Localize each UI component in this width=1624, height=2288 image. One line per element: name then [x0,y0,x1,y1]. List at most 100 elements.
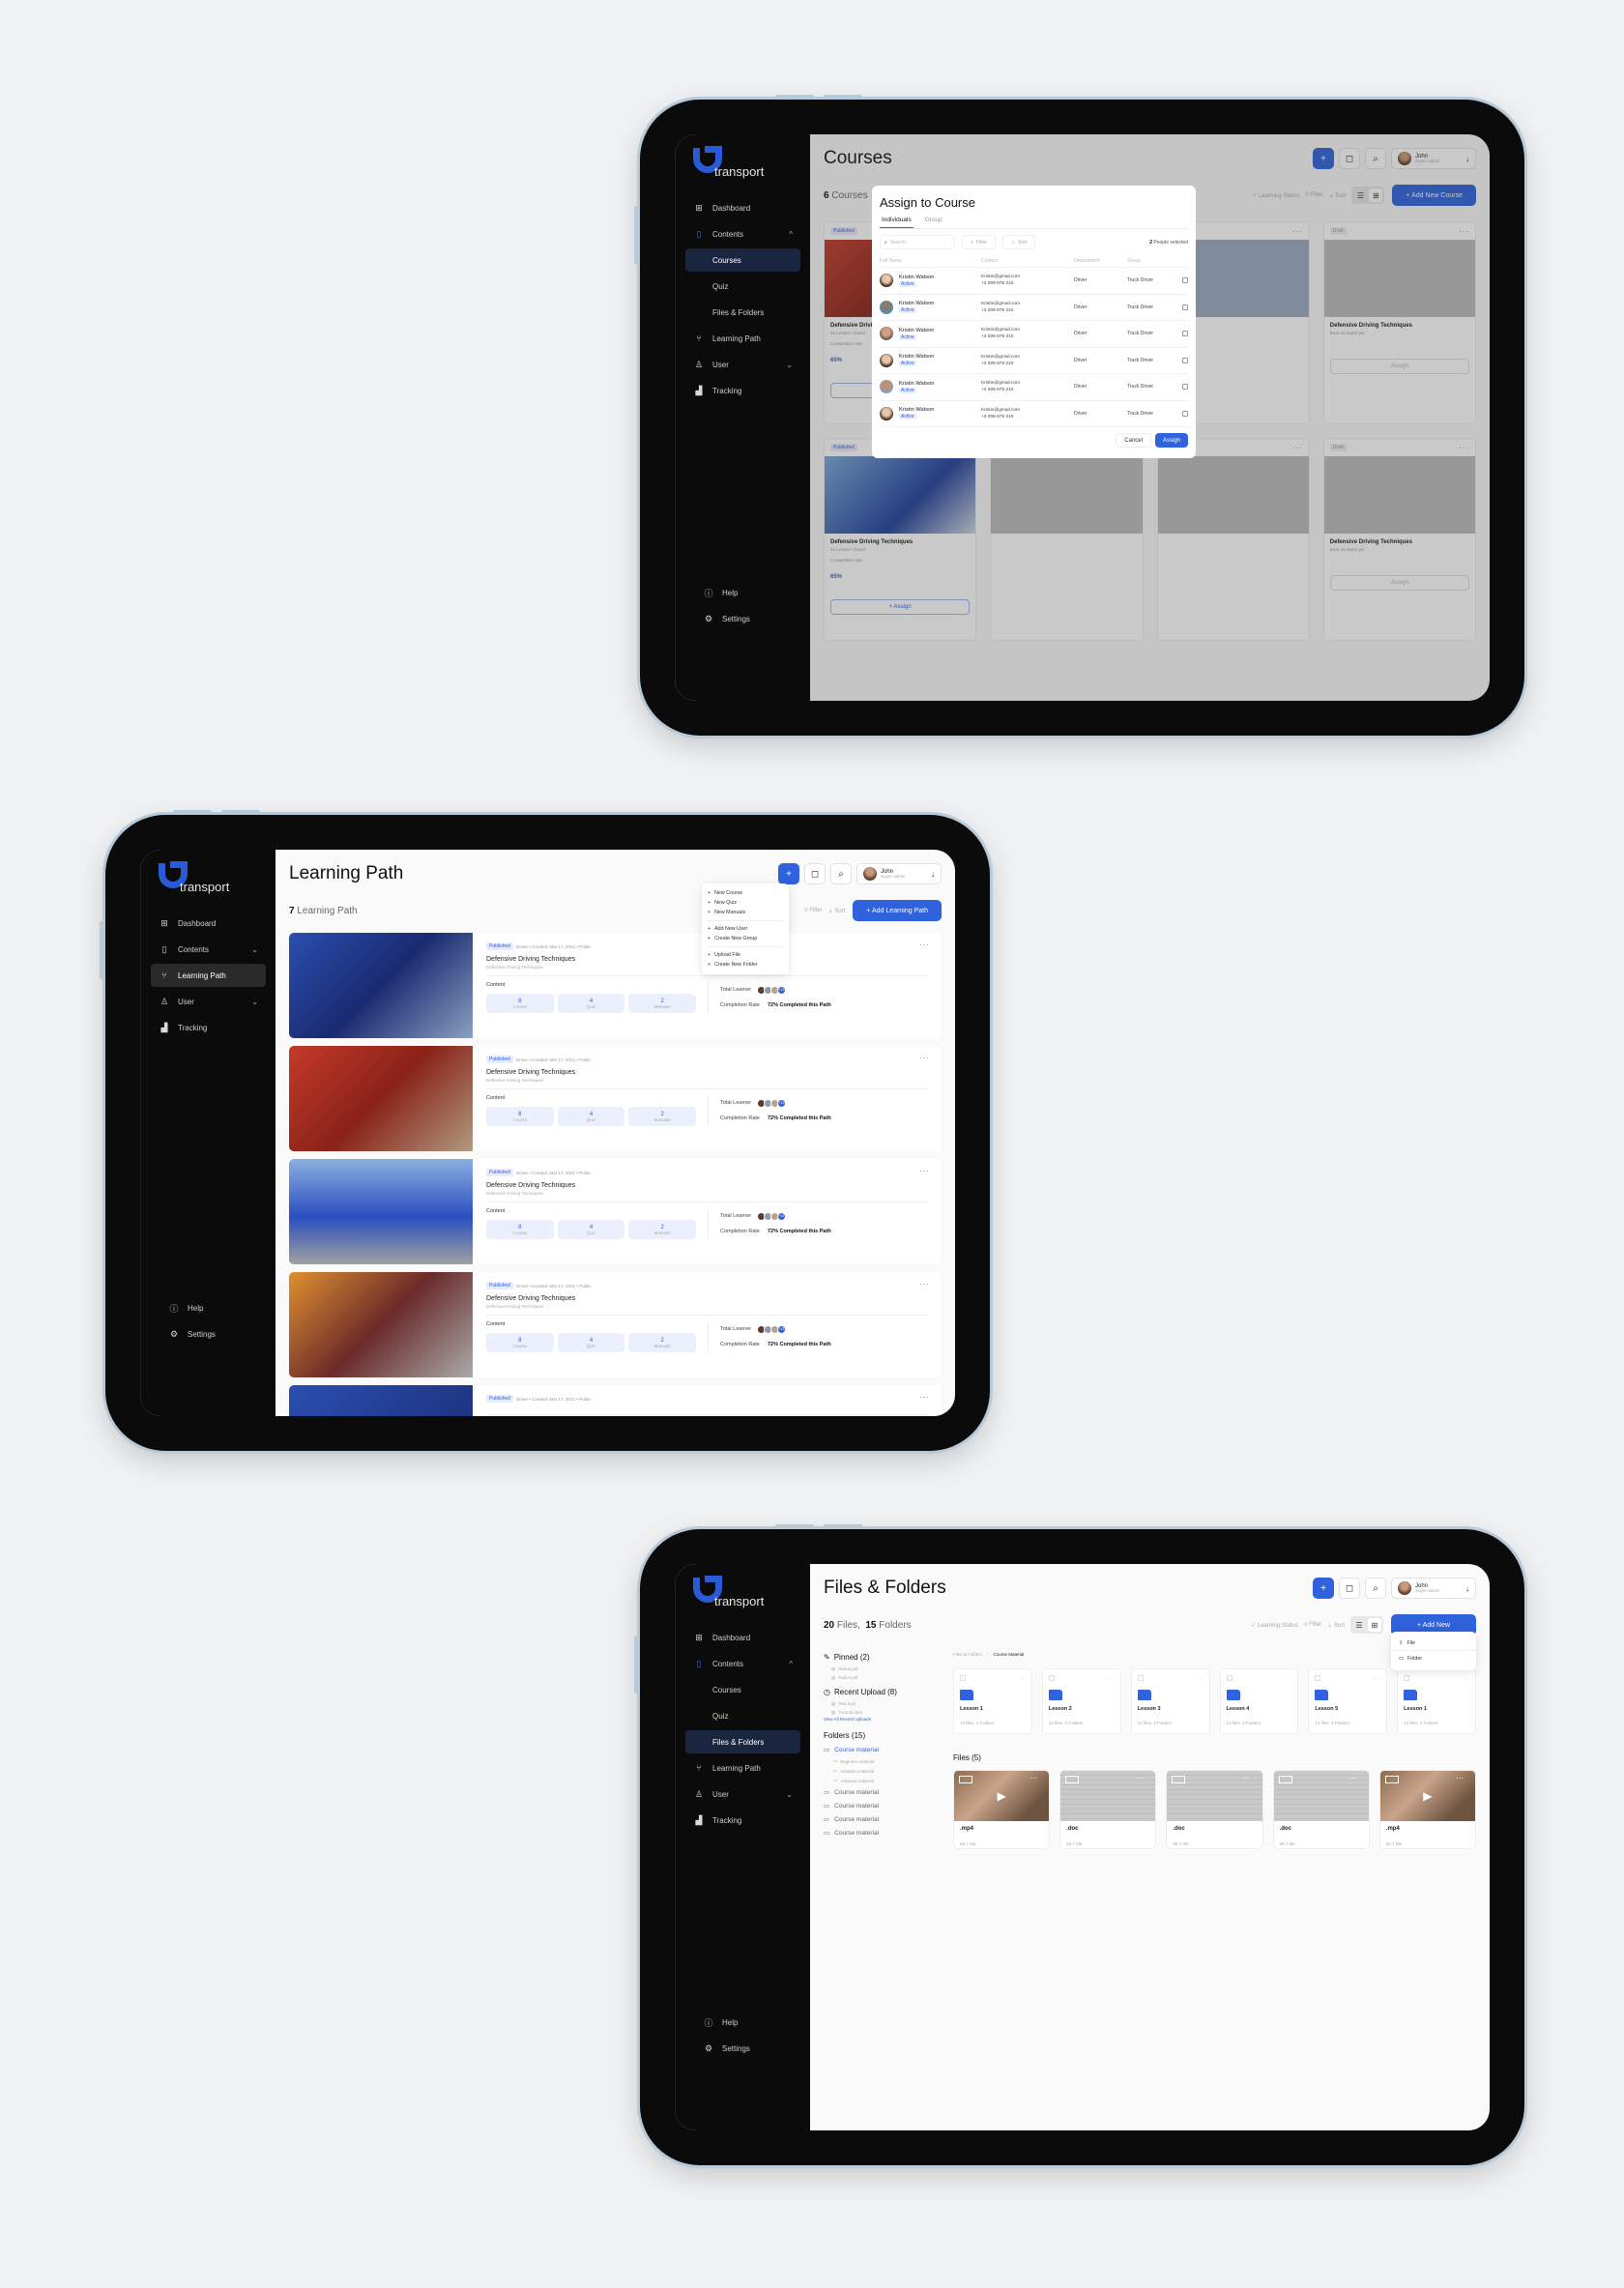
more-icon[interactable]: ··· [919,941,930,949]
more-icon[interactable]: ··· [1374,1676,1381,1681]
checkbox[interactable] [1226,1675,1232,1681]
assign-button[interactable]: Assign [1154,433,1188,448]
nav-help[interactable]: ⓘ Help [695,581,791,604]
grid-view-icon[interactable]: ⊞ [1368,1618,1381,1632]
folder-card[interactable]: ··· Lesson 3 13 files, 2 Folders [1130,1668,1210,1734]
file-card[interactable]: ··· ▶ .mp4 56.7 Mb [1378,1770,1476,1849]
recent-file[interactable]: ▤ Test.mp4 [824,1699,940,1708]
menu-item[interactable]: + Add New User [708,924,783,934]
table-row[interactable]: Kristin Watson Active Kristin@gmail.com +2… [880,348,1188,374]
learning-path-card[interactable]: Published Driver • Created: Mar 17, 2021 … [289,1046,942,1151]
more-icon[interactable]: ··· [1107,1676,1115,1681]
nav-contents[interactable]: ▯ Contents ^ [685,1652,800,1675]
row-checkbox[interactable] [1182,357,1188,363]
nav-user[interactable]: ♙ User ⌄ [151,990,266,1013]
folder-item[interactable]: ▭ Course material [824,1826,940,1839]
checkbox[interactable] [1048,1675,1055,1681]
more-icon[interactable]: ··· [1463,1676,1470,1681]
row-checkbox[interactable] [1182,304,1188,310]
search-input[interactable]: ⌕ Search... [880,235,955,249]
nav-user[interactable]: ♙ User ⌄ [685,353,800,376]
file-card[interactable]: ··· .doc 56.7 Mb [1272,1770,1370,1849]
table-row[interactable]: Kristin Watson Active Kristin@gmail.com +2… [880,321,1188,348]
menu-item[interactable]: + New Course [708,888,783,898]
nav-help[interactable]: ⓘ Help [695,2011,791,2034]
more-icon[interactable]: ··· [919,1167,930,1175]
menu-item-file[interactable]: ⇪ File [1391,1636,1476,1651]
search-icon[interactable]: ⌕ [1365,1578,1386,1599]
add-learning-path-button[interactable]: + Add Learning Path [853,900,942,921]
user-menu[interactable]: John Super admin ↓ [856,863,942,884]
more-icon[interactable]: ··· [919,1393,930,1402]
nav-learning-path[interactable]: ⑂ Learning Path [685,327,800,350]
folder-item[interactable]: ▭ Course material [824,1799,940,1812]
checkbox[interactable] [959,1776,972,1783]
folder-card[interactable]: ··· Lesson 4 13 files, 2 Folders [1219,1668,1299,1734]
subfolder-item[interactable]: ▭ Advance material [824,1776,940,1785]
folder-card[interactable]: ··· Lesson 5 13 files, 2 Folders [1308,1668,1388,1734]
learning-status-filter[interactable]: ✓ Learning Status [1251,1622,1298,1629]
quick-add-button[interactable]: + [778,863,799,884]
sort-button[interactable]: ⇣ Sort [828,908,846,914]
more-icon[interactable]: ··· [1344,1774,1363,1782]
more-icon[interactable]: ··· [919,1280,930,1289]
menu-item[interactable]: + Create New Group [708,934,783,943]
folder-card[interactable]: ··· Lesson 1 13 files, 2 Folders [953,1668,1032,1734]
table-row[interactable]: Kristin Watson Active Kristin@gmail.com +2… [880,374,1188,401]
nav-tracking[interactable]: ▟ Tracking [685,379,800,402]
row-checkbox[interactable] [1182,410,1188,417]
search-icon[interactable]: ⌕ [830,863,852,884]
nav-help[interactable]: ⓘ Help [160,1296,256,1319]
menu-item[interactable]: + New Manuals [708,908,783,917]
pinned-file[interactable]: ▤ Notice.pdf [824,1673,940,1682]
nav-dashboard[interactable]: ⊞ Dashboard [685,1626,800,1649]
checkbox[interactable] [1315,1675,1321,1681]
table-row[interactable]: Kristin Watson Active Kristin@gmail.com +2… [880,268,1188,295]
checkbox[interactable] [1404,1675,1410,1681]
tab-group[interactable]: Group [923,214,944,228]
nav-quiz[interactable]: Quiz [685,1704,800,1727]
nav-user[interactable]: ♙ User ⌄ [685,1782,800,1806]
nav-courses[interactable]: Courses [685,1678,800,1701]
row-checkbox[interactable] [1182,331,1188,337]
menu-item[interactable]: + Create New Folder [708,960,783,970]
folder-item[interactable]: ▭ Course material [824,1812,940,1826]
bell-icon[interactable]: ◻ [1339,1578,1360,1599]
more-icon[interactable]: ··· [1024,1774,1043,1782]
sort-button[interactable]: ⇣ Sort [1002,235,1036,249]
user-menu[interactable]: John Super admin ↓ [1391,1578,1476,1599]
list-view-icon[interactable]: ☰ [1352,1618,1366,1632]
subfolder-item[interactable]: ▭ Beginner material [824,1756,940,1766]
nav-courses[interactable]: Courses [685,248,800,272]
recent-file[interactable]: ▤ Tutorial.mp4 [824,1708,940,1717]
file-card[interactable]: ··· ▶ .mp4 56.7 Mb [953,1770,1051,1849]
file-card[interactable]: ··· .doc 56.7 Mb [1059,1770,1157,1849]
nav-contents[interactable]: ▯ Contents ⌄ [151,938,266,961]
learning-path-card[interactable]: Published Driver • Created: Mar 17, 2021 … [289,1159,942,1264]
checkbox[interactable] [1065,1776,1080,1783]
subfolder-item[interactable]: ▭ Advance material [824,1766,940,1776]
nav-dashboard[interactable]: ⊞ Dashboard [151,912,266,935]
play-icon[interactable]: ▶ [1417,1789,1437,1803]
menu-item-folder[interactable]: ▭ Folder [1391,1651,1476,1666]
row-checkbox[interactable] [1182,384,1188,391]
nav-files-folders[interactable]: Files & Folders [685,1730,800,1753]
nav-learning-path[interactable]: ⑂ Learning Path [685,1756,800,1780]
more-icon[interactable]: ··· [1196,1676,1204,1681]
more-icon[interactable]: ··· [1237,1774,1257,1782]
filter-button[interactable]: ≡ Filter [962,235,997,249]
play-icon[interactable]: ▶ [991,1789,1011,1803]
filter-button[interactable]: ≡ Filter [804,908,823,913]
more-icon[interactable]: ··· [1285,1676,1292,1681]
table-row[interactable]: Kristin Watson Active Kristin@gmail.com +2… [880,295,1188,321]
row-checkbox[interactable] [1182,277,1188,284]
view-all-recent-link[interactable]: View All Recent Uploads [824,1717,940,1725]
nav-tracking[interactable]: ▟ Tracking [151,1016,266,1039]
nav-contents[interactable]: ▯ Contents ^ [685,222,800,246]
more-icon[interactable]: ··· [1450,1774,1469,1782]
cancel-button[interactable]: Cancel [1116,433,1151,448]
checkbox[interactable] [1172,1776,1186,1783]
checkbox[interactable] [1278,1776,1292,1783]
learning-path-card[interactable]: Published Driver • Created: Mar 17, 2021 … [289,1385,942,1416]
nav-dashboard[interactable]: ⊞ Dashboard [685,196,800,219]
